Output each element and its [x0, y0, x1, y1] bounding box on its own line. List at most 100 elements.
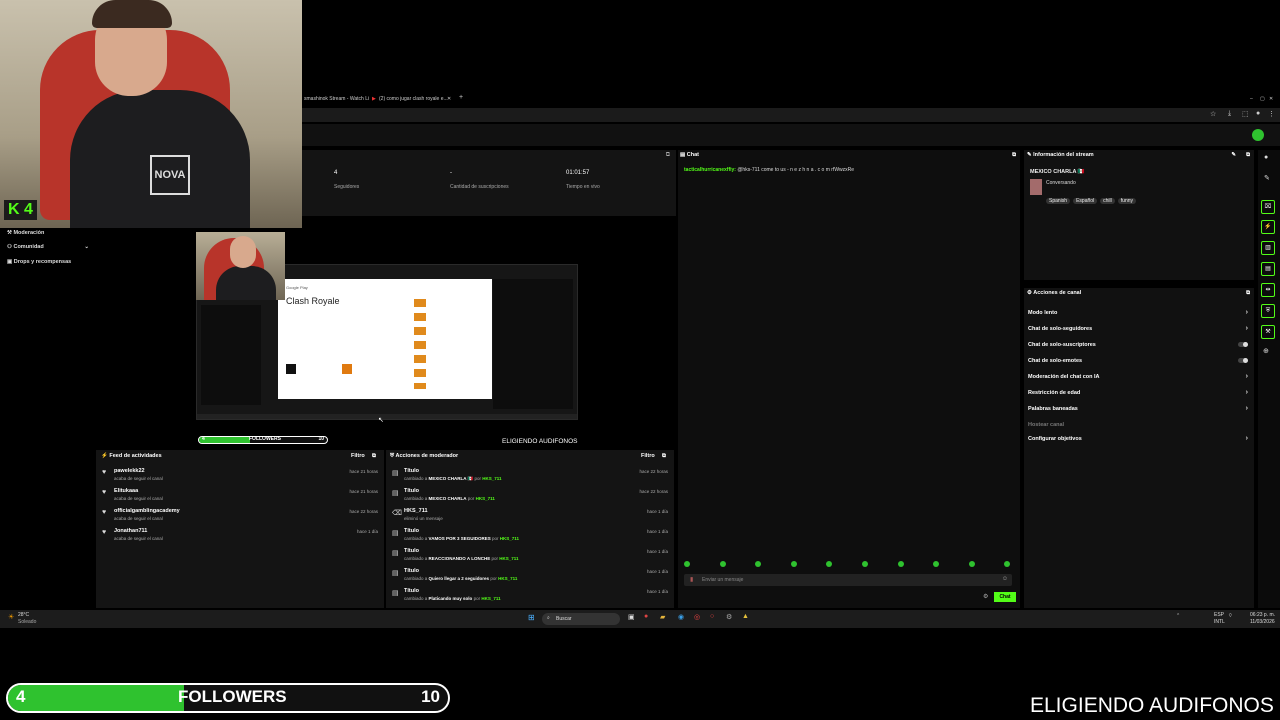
tag[interactable]: Spanish	[1046, 198, 1071, 204]
rail-button-1[interactable]: ⌧	[1261, 200, 1275, 214]
popout-icon[interactable]: ⧉	[1012, 152, 1016, 159]
channel-action-item[interactable]: Configurar objetivos ›	[1028, 435, 1248, 442]
dot-icon[interactable]: ●	[1264, 154, 1268, 161]
mod-action-user[interactable]: HKS_711	[498, 576, 517, 581]
pencil-icon[interactable]: ✎	[1264, 174, 1270, 182]
chat-icon: ▤	[680, 152, 686, 158]
activity-username[interactable]: pawelekk22	[114, 468, 145, 474]
channel-action-item[interactable]: Modo lento ›	[1028, 309, 1248, 316]
rail-button-7[interactable]: ⚒	[1261, 325, 1275, 339]
mod-filter-button[interactable]: Filtro	[641, 453, 655, 459]
rail-button-6[interactable]: ⛨	[1261, 304, 1275, 318]
chrome-icon[interactable]: ◎	[694, 613, 700, 621]
channel-action-item[interactable]: Palabras baneadas ›	[1028, 405, 1248, 412]
activity-username[interactable]: Jonathan711	[114, 528, 147, 534]
wifi-icon[interactable]: ⌔	[1228, 613, 1233, 619]
browser-tab-1[interactable]: smashinok Stream - Watch Li	[304, 96, 369, 102]
store-label: Google Play	[286, 285, 308, 290]
chat-input[interactable]: ▮ Enviar un mensaje ☺	[684, 574, 1012, 586]
channel-action-item[interactable]: Restricción de edad ›	[1028, 389, 1248, 396]
nav-drops[interactable]: ▣ Drops y recompensas	[7, 259, 71, 265]
edge-icon[interactable]: ◉	[678, 613, 684, 621]
add-widget-icon[interactable]: ⊕	[1263, 347, 1269, 355]
emote-icon[interactable]	[933, 561, 940, 567]
address-bar[interactable]: ☆ ⤓ ⬚ ● ⋮	[302, 108, 1280, 122]
menu-icon[interactable]: ⋮	[1268, 110, 1275, 118]
chevron-up-icon[interactable]: ⌃	[1176, 613, 1180, 619]
download-icon[interactable]: ⤓	[1228, 110, 1231, 118]
channel-action-item[interactable]: Moderación del chat con IA ›	[1028, 373, 1248, 380]
new-tab-button[interactable]: +	[459, 94, 463, 101]
activity-filter-button[interactable]: Filtro	[351, 453, 365, 459]
rail-button-4[interactable]: ▤	[1261, 262, 1275, 276]
emote-icon[interactable]	[862, 561, 868, 567]
weather-temp[interactable]: 28°C	[18, 612, 29, 618]
popout-icon[interactable]: ⧉	[662, 453, 666, 460]
star-icon[interactable]: ☆	[1210, 110, 1216, 118]
settings-icon[interactable]: ⚙	[983, 593, 988, 600]
tag[interactable]: funny	[1117, 198, 1137, 204]
emote-icon[interactable]	[790, 561, 797, 567]
clock-time[interactable]: 06:23 p. m.	[1250, 612, 1275, 618]
lang-label[interactable]: ESP	[1214, 612, 1224, 618]
popout-icon[interactable]: ⧉	[1246, 290, 1250, 297]
stream-caption: ELIGIENDO AUDIFONOS	[1030, 694, 1274, 717]
emote-icon[interactable]	[755, 561, 762, 567]
mod-action-user[interactable]: HKS_711	[476, 496, 495, 501]
windows-start-icon[interactable]: ⊞	[528, 613, 535, 622]
popout-icon[interactable]: ⧉	[372, 453, 376, 460]
task-view-icon[interactable]: ▣	[628, 613, 635, 621]
mod-action-user[interactable]: HKS_711	[499, 556, 518, 561]
chat-username[interactable]: tacticalhurricanexffiy:	[684, 167, 736, 173]
emoji-icon[interactable]: ☺	[1002, 576, 1008, 582]
emote-icon[interactable]	[719, 561, 726, 567]
tag[interactable]: Español	[1073, 198, 1098, 204]
folder-icon[interactable]: ▰	[660, 613, 665, 621]
close-tab-icon[interactable]: ✕	[447, 96, 451, 102]
user-avatar[interactable]	[1252, 129, 1264, 141]
browser-tab-2[interactable]: (2) como jugar clash royale e...	[379, 96, 448, 102]
maximize-icon[interactable]: ▢	[1260, 96, 1265, 102]
settings-icon[interactable]: ⚙	[726, 613, 732, 621]
mod-action-user[interactable]: HKS_711	[482, 476, 501, 481]
popout-icon[interactable]: ⧉	[1246, 152, 1250, 159]
channel-action-item[interactable]: Chat de solo-seguidores ›	[1028, 325, 1248, 332]
toggle-switch[interactable]	[1238, 342, 1248, 347]
stat-live-time-value: 01:01:57	[566, 170, 590, 176]
mod-action-pre: cambiado a	[404, 476, 428, 481]
minimize-icon[interactable]: –	[1250, 96, 1253, 102]
rail-button-3[interactable]: ▥	[1261, 241, 1275, 255]
app-icon[interactable]: ●	[644, 613, 648, 620]
emote-icon[interactable]	[1004, 561, 1011, 567]
rail-button-5[interactable]: ⇹	[1261, 283, 1275, 297]
close-window-icon[interactable]: ✕	[1269, 96, 1273, 102]
rail-button-2[interactable]: ⚡	[1261, 220, 1275, 234]
emote-icon[interactable]	[968, 561, 975, 567]
app-icon[interactable]: ▲	[742, 613, 749, 620]
follower-label: FOLLOWERS	[178, 687, 287, 706]
nav-comunidad[interactable]: ⚇ Comunidad ⌄	[7, 244, 89, 250]
taskbar-search[interactable]: ⌕ Buscar	[542, 613, 620, 625]
nav-moderacion[interactable]: ⚒ Moderación	[7, 230, 44, 236]
mod-action-user[interactable]: HKS_711	[500, 536, 519, 541]
follower-goal: 10	[421, 687, 440, 706]
emote-icon[interactable]	[684, 561, 690, 567]
profile-icon[interactable]: ●	[1256, 110, 1260, 117]
chat-send-button[interactable]: Chat	[994, 592, 1016, 602]
opera-icon[interactable]: ○	[710, 613, 714, 620]
popout-icon[interactable]: ⧉	[666, 152, 670, 159]
preview-webcam	[196, 232, 285, 300]
emote-icon[interactable]	[897, 561, 904, 567]
channel-action-item[interactable]: Chat de solo-emotes	[1028, 358, 1248, 364]
channel-action-item[interactable]: Hostear canal	[1028, 422, 1248, 428]
extensions-icon[interactable]: ⬚	[1242, 110, 1249, 118]
mod-action-user[interactable]: HKS_711	[481, 596, 500, 601]
activity-username[interactable]: Elitukaaa	[114, 488, 138, 494]
tag[interactable]: chill	[1100, 198, 1115, 204]
left-sidebar: ⚒ Moderación ⚇ Comunidad ⌄ ▣ Drops y reco…	[0, 228, 96, 608]
edit-icon[interactable]: ✎	[1231, 152, 1236, 158]
channel-action-item[interactable]: Chat de solo-suscriptores	[1028, 342, 1248, 348]
emote-icon[interactable]	[826, 561, 833, 567]
toggle-switch[interactable]	[1238, 358, 1248, 363]
activity-username[interactable]: officialgamblingacademy	[114, 508, 180, 514]
